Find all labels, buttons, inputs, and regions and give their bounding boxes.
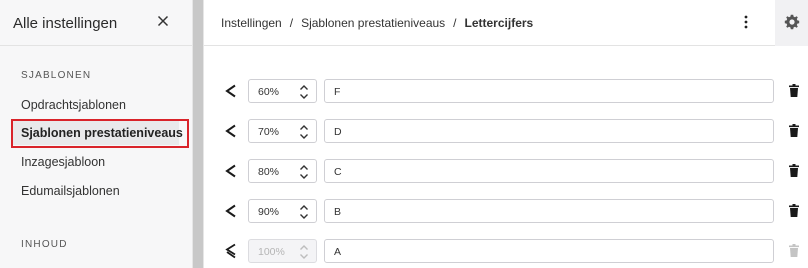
grade-row: 60% F (204, 79, 808, 103)
close-icon[interactable] (155, 13, 171, 29)
percent-stepper[interactable]: 80% (248, 159, 317, 183)
letter-grade-value: B (334, 206, 342, 218)
letter-grade-input[interactable]: F (324, 79, 774, 103)
letter-grade-input[interactable]: C (324, 159, 774, 183)
chevron-up-down-icon[interactable] (298, 163, 310, 181)
page-header: Instellingen / Sjablonen prestatieniveaus /… (204, 0, 808, 46)
section-label-inhoud: INHOUD (21, 239, 68, 250)
grade-row: 100% A (204, 239, 808, 263)
more-vertical-icon[interactable] (741, 14, 751, 30)
less-than-icon (225, 84, 236, 98)
breadcrumb-item-instellingen[interactable]: Instellingen (221, 16, 282, 30)
letter-grade-value: F (334, 86, 341, 98)
letter-grade-value: D (334, 126, 342, 138)
highlight-annotation-box (11, 119, 189, 148)
chevron-up-down-icon (300, 245, 308, 259)
percent-value: 80% (258, 166, 280, 178)
percent-value: 100% (258, 246, 285, 258)
less-than-icon (225, 124, 236, 138)
trash-icon[interactable] (789, 84, 799, 97)
settings-sidebar: Alle instellingen SJABLONEN Opdrachtsjab… (0, 0, 192, 268)
less-than-icon (225, 204, 236, 218)
grade-row: 80% C (204, 159, 808, 183)
settings-button[interactable] (775, 0, 808, 46)
trash-icon (789, 244, 799, 257)
breadcrumb-separator: / (289, 16, 294, 30)
sidebar-item-edumailsjablonen[interactable]: Edumailsjablonen (21, 184, 120, 198)
letter-grade-input[interactable]: D (324, 119, 774, 143)
gear-icon (784, 14, 800, 30)
letter-grade-value: A (334, 246, 342, 258)
percent-stepper: 100% (248, 239, 317, 263)
trash-icon[interactable] (789, 164, 799, 177)
trash-icon[interactable] (789, 124, 799, 137)
percent-stepper[interactable]: 90% (248, 199, 317, 223)
percent-value: 90% (258, 206, 280, 218)
chevron-up-down-icon[interactable] (298, 83, 310, 101)
breadcrumb-separator: / (453, 16, 457, 30)
letter-grade-input[interactable]: B (324, 199, 774, 223)
breadcrumb: Instellingen / Sjablonen prestatieniveaus /… (221, 16, 533, 30)
percent-value: 60% (258, 86, 280, 98)
percent-value: 70% (258, 126, 280, 138)
breadcrumb-item-sjablonen-prestatieniveaus[interactable]: Sjablonen prestatieniveaus (301, 16, 445, 30)
sidebar-item-inzagesjabloon[interactable]: Inzagesjabloon (21, 155, 105, 169)
grade-row: 70% D (204, 119, 808, 143)
grade-row: 90% B (204, 199, 808, 223)
trash-icon[interactable] (789, 204, 799, 217)
sidebar-title: Alle instellingen (13, 15, 118, 32)
chevron-up-down-icon[interactable] (298, 203, 310, 221)
letter-grade-input[interactable]: A (324, 239, 774, 263)
section-label-sjablonen: SJABLONEN (21, 70, 92, 81)
sidebar-header: Alle instellingen (0, 0, 192, 46)
chevron-up-down-icon[interactable] (298, 123, 310, 141)
sidebar-item-opdrachtsjablonen[interactable]: Opdrachtsjablonen (21, 98, 126, 112)
sidebar-scrollbar-thumb[interactable] (193, 0, 203, 268)
percent-stepper[interactable]: 60% (248, 79, 317, 103)
letter-grade-value: C (334, 166, 342, 178)
percent-stepper[interactable]: 70% (248, 119, 317, 143)
less-than-icon (225, 164, 236, 178)
breadcrumb-item-current: Lettercijfers (464, 16, 534, 30)
less-than-or-equal-icon (225, 243, 236, 259)
